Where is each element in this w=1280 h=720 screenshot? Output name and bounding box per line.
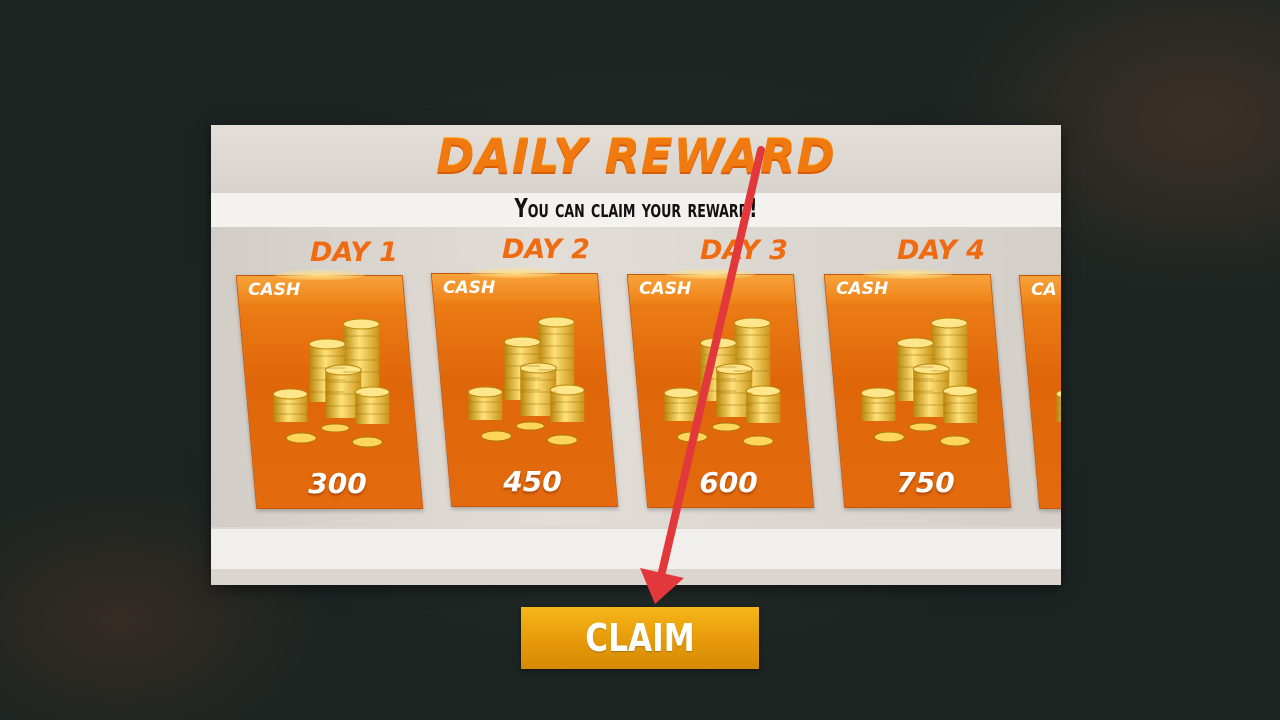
- card-glow: [861, 269, 953, 279]
- day-label: DAY 3: [700, 235, 788, 266]
- reward-type-label: CASH: [248, 280, 301, 300]
- reward-card-day-3[interactable]: CASH 600: [626, 269, 815, 508]
- coin-stack-icon: [466, 312, 586, 452]
- card-glow: [664, 269, 756, 279]
- day-label: DAY 1: [310, 237, 398, 268]
- bottom-band-shadow: [211, 569, 1061, 585]
- reward-amount: 300: [308, 467, 367, 500]
- card-glow: [468, 268, 560, 278]
- subtitle-text: You can claim your reward!: [514, 194, 758, 224]
- daily-reward-panel: DAILY REWARD You can claim your reward! …: [211, 125, 1061, 585]
- coin-stack-icon: [271, 314, 391, 454]
- reward-card-day-1[interactable]: CASH 300: [235, 270, 424, 509]
- reward-type-label: CASH: [443, 278, 496, 298]
- reward-card-day-4[interactable]: CASH 750: [823, 269, 1012, 508]
- day-label: DAY 2: [502, 234, 590, 265]
- coin-stack-icon: [1054, 314, 1061, 454]
- coin-stack-icon: [662, 313, 782, 453]
- card-glow: [273, 270, 365, 280]
- reward-type-label: CA: [1031, 280, 1057, 300]
- reward-card-day-2[interactable]: CASH 450: [430, 268, 619, 507]
- claim-button-label: CLAIM: [585, 616, 695, 660]
- reward-amount: 450: [503, 465, 562, 498]
- reward-amount: 750: [896, 466, 955, 499]
- reward-type-label: CASH: [836, 279, 889, 299]
- panel-subtitle: You can claim your reward!: [305, 194, 968, 224]
- panel-title: DAILY REWARD: [436, 129, 836, 183]
- reward-type-label: CASH: [639, 279, 692, 299]
- claim-button[interactable]: CLAIM: [521, 607, 759, 669]
- day-label: DAY 4: [897, 235, 985, 266]
- coin-stack-icon: [859, 313, 979, 453]
- reward-amount: 600: [699, 466, 758, 499]
- bottom-band: [211, 529, 1061, 569]
